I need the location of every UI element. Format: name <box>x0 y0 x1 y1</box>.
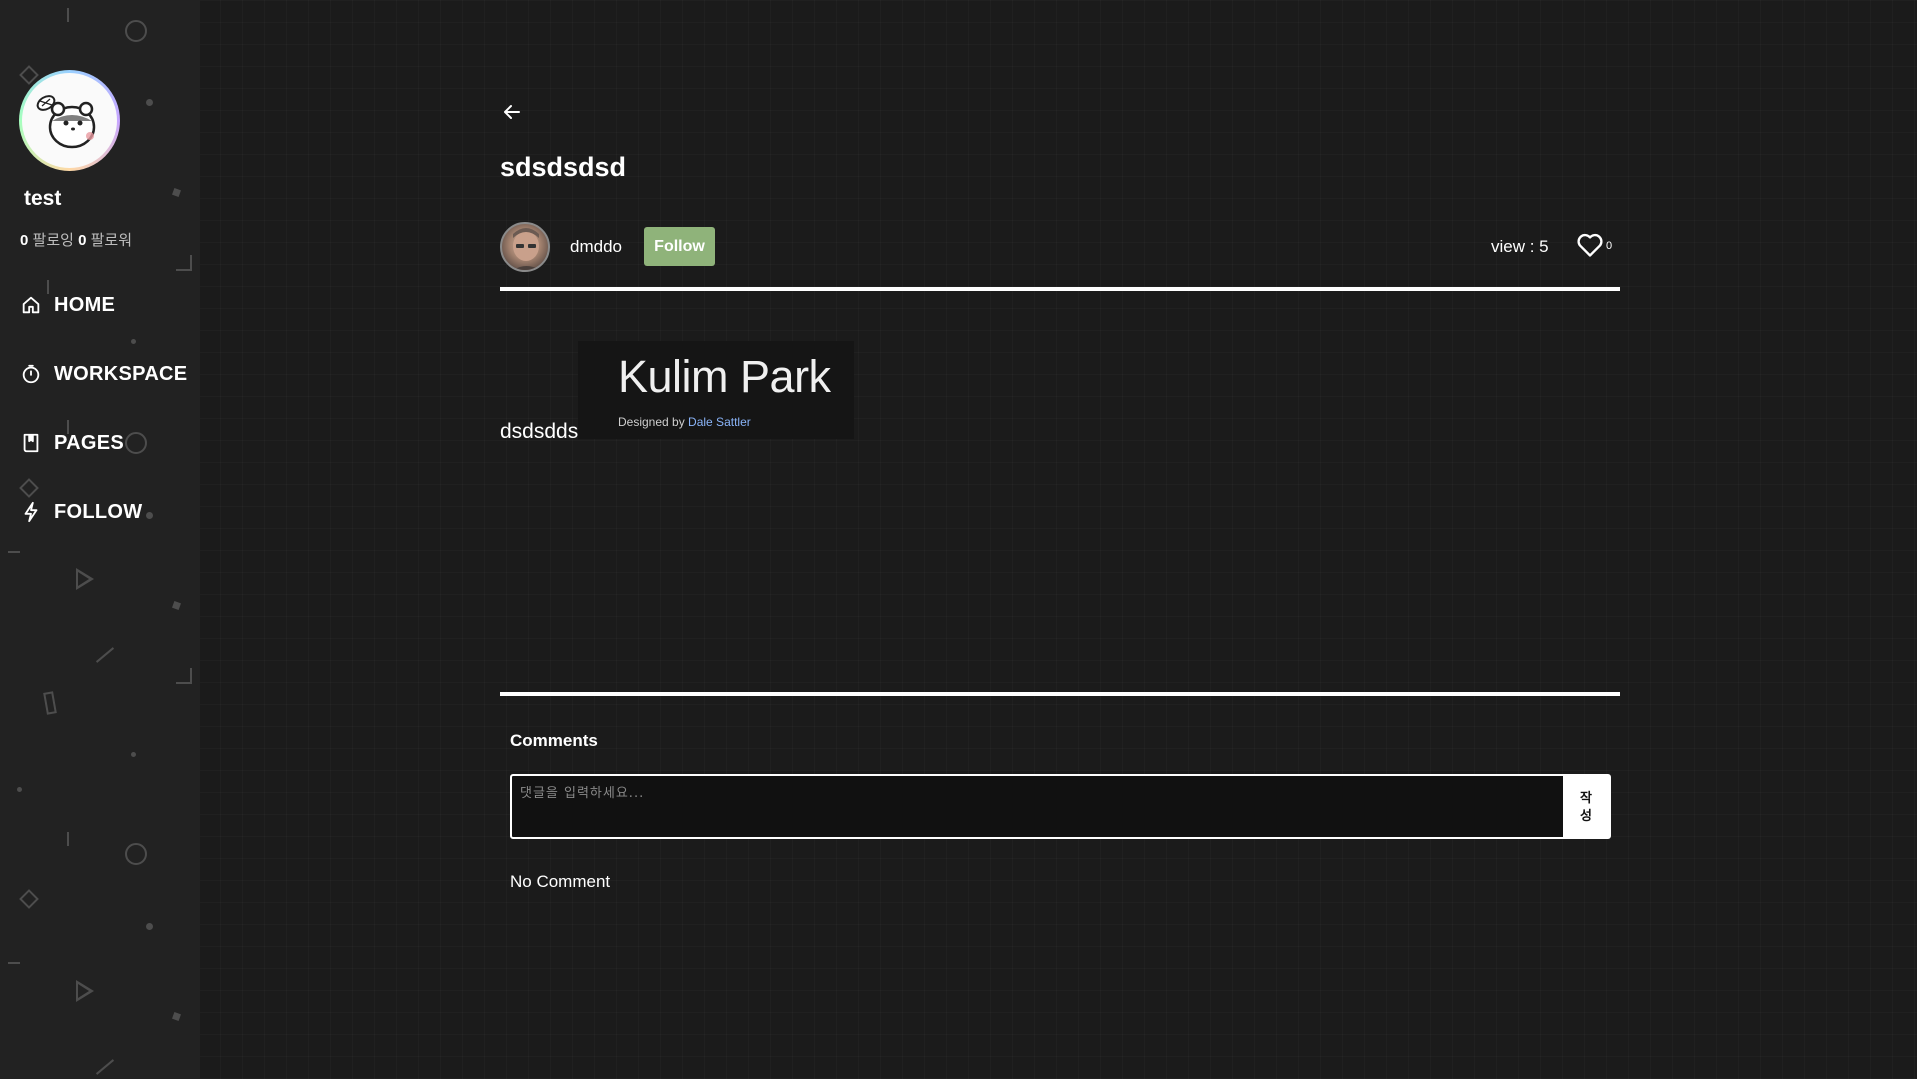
nav-label-pages: PAGES <box>54 431 125 454</box>
designer-link[interactable]: Dale Sattler <box>688 415 751 429</box>
decor-dot <box>131 752 136 757</box>
following-count: 0 <box>20 232 29 249</box>
decor-square <box>172 1012 181 1021</box>
follower-count: 0 <box>78 232 87 249</box>
nav-item-follow[interactable]: FOLLOW <box>20 495 187 529</box>
follower-label: 팔로워 <box>90 232 133 249</box>
username: test <box>24 187 62 210</box>
follow-button[interactable]: Follow <box>644 227 715 266</box>
comments-title: Comments <box>510 731 598 750</box>
timer-icon <box>22 364 40 384</box>
comment-input[interactable] <box>512 776 1563 837</box>
nav-item-home[interactable]: HOME <box>20 288 187 322</box>
decor-line <box>8 551 20 553</box>
embed-credit-prefix: Designed by <box>618 415 689 429</box>
follow-stats[interactable]: 0 팔로잉 0 팔로워 <box>20 229 132 250</box>
decor-triangle <box>76 568 94 590</box>
author-avatar-image <box>513 228 541 270</box>
following-label: 팔로잉 <box>32 232 74 249</box>
decor-dot <box>146 99 153 106</box>
decor-corner <box>176 668 192 684</box>
decor-circle <box>125 843 147 865</box>
decor-corner <box>176 255 192 271</box>
post-body-text: dsdsdds <box>500 420 579 443</box>
back-arrow-icon[interactable] <box>500 100 524 124</box>
font-embed-card: Kulim Park Designed by Dale Sattler <box>578 341 854 439</box>
author-avatar[interactable] <box>500 222 550 272</box>
decor-slash <box>95 647 115 663</box>
decor-line <box>8 962 20 964</box>
comment-form: 작성 <box>510 774 1611 839</box>
lightning-icon <box>24 501 38 523</box>
decor-circle <box>125 20 147 42</box>
comment-submit-button[interactable]: 작성 <box>1563 776 1609 837</box>
comment-submit-label: 작성 <box>1580 789 1592 823</box>
author-name[interactable]: dmddo <box>570 237 622 257</box>
decor-diamond <box>19 889 39 909</box>
decor-line <box>67 832 69 846</box>
decor-square <box>172 188 181 197</box>
embed-title: Kulim Park <box>618 351 831 402</box>
nav-label-follow: FOLLOW <box>54 500 143 523</box>
post-title: sdsdsdsd <box>500 152 627 182</box>
sidebar: test 0 팔로잉 0 팔로워 HOME WORKSPACE PAGES FO… <box>0 0 200 1079</box>
decor-dot <box>17 787 22 792</box>
nav-label-home: HOME <box>54 293 116 316</box>
like-count: 0 <box>1606 240 1613 252</box>
hamster-avatar-image <box>22 73 117 168</box>
decor-triangle <box>76 980 94 1002</box>
nav-item-pages[interactable]: PAGES <box>20 426 187 460</box>
decor-rect <box>43 691 57 715</box>
home-icon <box>22 296 40 314</box>
view-count: view : 5 <box>1491 237 1549 256</box>
decor-square <box>172 601 181 610</box>
decor-slash <box>95 1059 115 1075</box>
heart-icon <box>1577 233 1603 257</box>
empty-comments-text: No Comment <box>510 872 611 891</box>
like-button[interactable]: 0 <box>1576 232 1612 258</box>
embed-credit: Designed by Dale Sattler <box>618 415 751 429</box>
decor-line <box>67 8 69 22</box>
content-divider <box>500 692 1620 696</box>
header-divider <box>500 287 1620 291</box>
book-icon <box>23 433 39 453</box>
decor-dot <box>146 923 153 930</box>
profile-avatar[interactable] <box>19 70 120 171</box>
nav-label-workspace: WORKSPACE <box>54 362 188 385</box>
nav-item-workspace[interactable]: WORKSPACE <box>20 357 187 391</box>
sidebar-nav: HOME WORKSPACE PAGES FOLLOW <box>20 288 187 564</box>
